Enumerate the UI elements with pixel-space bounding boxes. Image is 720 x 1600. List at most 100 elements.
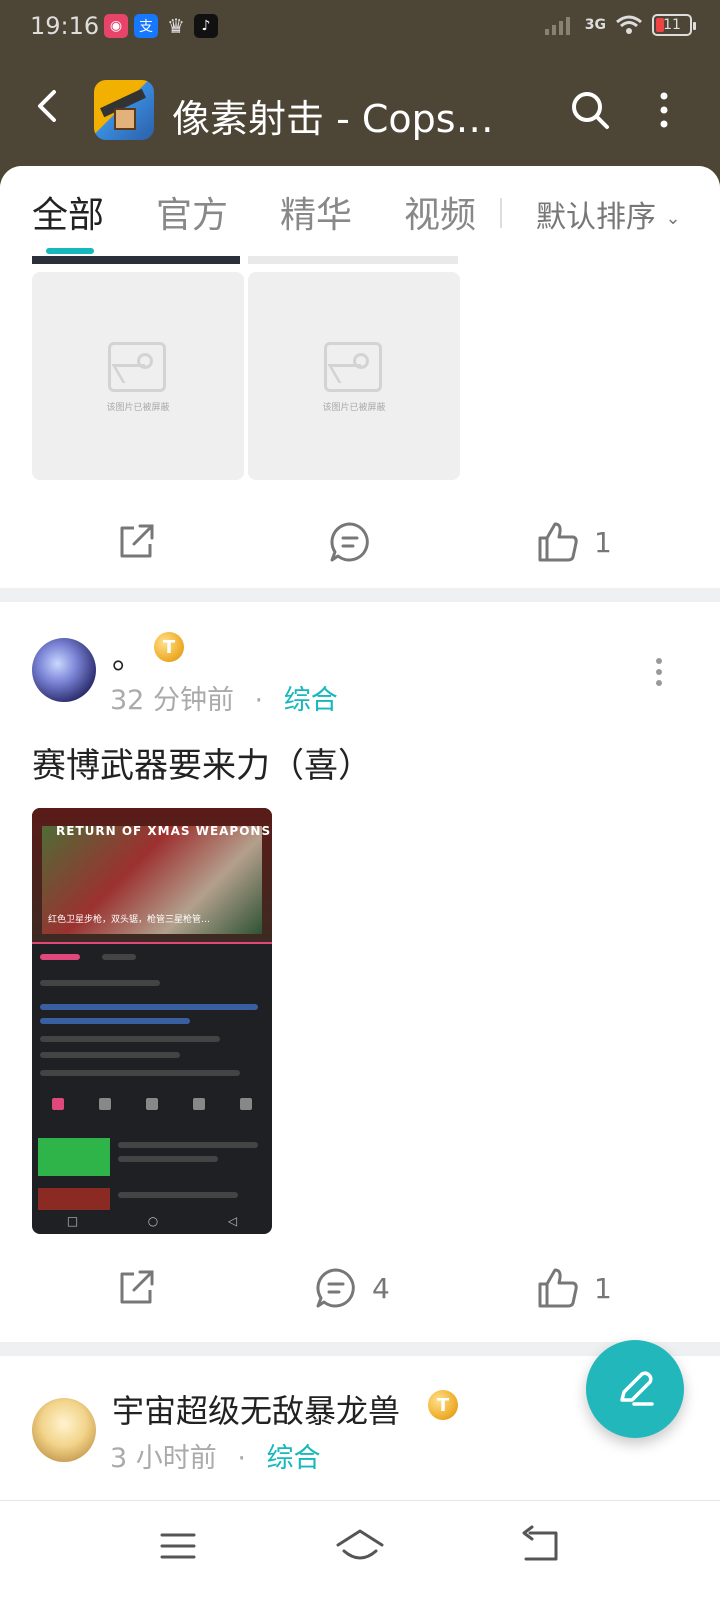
header: 像素射击 - Cops… [0, 56, 720, 166]
compose-button[interactable] [586, 1340, 684, 1438]
app-icon: ◉ [104, 14, 128, 38]
share-button[interactable] [114, 1258, 158, 1318]
comment-button[interactable]: 4 [314, 1258, 390, 1318]
thumbs-up-icon [538, 1268, 578, 1308]
top-bar: 19:16 ◉ 支 ♛ ♪ 3G 11 像素射击 - Cops… [0, 0, 720, 190]
crown-icon: ♛ [167, 14, 185, 38]
text-line [40, 954, 80, 960]
battery-level: 11 [663, 17, 681, 33]
status-right: 3G 11 [544, 14, 696, 36]
comment-icon [330, 522, 369, 562]
pen-icon [620, 1371, 654, 1406]
post-meta: 3 小时前 · 综合 [110, 1436, 321, 1475]
system-nav-bar [0, 1500, 720, 1600]
app-logo[interactable] [94, 80, 154, 140]
video-frame: RETURN OF XMAS WEAPONS 红色卫星步枪，双头锯，枪管三星枪管… [32, 808, 272, 942]
avatar[interactable] [32, 1398, 96, 1462]
text-line [40, 1004, 258, 1010]
image-placeholder-icon [324, 342, 382, 392]
screenshot-nav: □ ○ ◁ [66, 1214, 238, 1228]
level-badge: T [154, 632, 184, 662]
like-button[interactable]: 1 [536, 1258, 612, 1318]
home-icon[interactable] [330, 1521, 390, 1571]
post-body[interactable]: 赛博武器要来力（喜） [32, 738, 372, 787]
tab-official[interactable]: 官方 [156, 186, 228, 238]
back-arrow-icon[interactable] [28, 86, 68, 126]
post-card[interactable]: 该图片已被屏蔽 该图片已被屏蔽 1 [0, 256, 720, 588]
username[interactable]: 宇宙超级无敌暴龙兽 [112, 1386, 400, 1432]
meta-separator: · [254, 685, 264, 716]
share-button[interactable] [114, 512, 158, 572]
wifi-icon [616, 15, 642, 34]
text-line [102, 954, 136, 960]
status-bar: 19:16 ◉ 支 ♛ ♪ 3G 11 [0, 0, 720, 56]
signal-icon [544, 17, 570, 35]
share-icon [120, 1270, 154, 1304]
post-menu-icon[interactable] [654, 658, 664, 688]
post-category[interactable]: 综合 [267, 1443, 321, 1474]
content-sheet: 全部 官方 精华 视频 默认排序 ⌄ 该图片已被屏蔽 该图片已被屏蔽 1 。 T… [0, 166, 720, 1516]
progress-line [32, 942, 272, 944]
tab-indicator [46, 248, 94, 254]
tab-all[interactable]: 全部 [32, 186, 104, 238]
post-actions: 4 1 [0, 1258, 720, 1318]
battery-icon: 11 [652, 14, 696, 36]
video-action-row [52, 1098, 252, 1110]
video-title: RETURN OF XMAS WEAPONS [56, 824, 272, 838]
page-title: 像素射击 - Cops… [172, 97, 494, 141]
post-image[interactable]: RETURN OF XMAS WEAPONS 红色卫星步枪，双头锯，枪管三星枪管… [32, 808, 272, 1234]
username[interactable]: 。 [112, 632, 144, 678]
video-thumbnail [38, 1138, 110, 1176]
post-time: 3 小时前 [110, 1443, 217, 1474]
like-button[interactable]: 1 [536, 512, 612, 572]
comment-icon [316, 1268, 355, 1308]
divider [0, 588, 720, 602]
sort-label: 默认排序 [536, 200, 656, 235]
back-nav-icon[interactable] [510, 1521, 570, 1571]
text-line [40, 1070, 240, 1076]
image-strip [248, 256, 458, 264]
blocked-caption: 该图片已被屏蔽 [322, 403, 386, 413]
menu-icon[interactable] [148, 1521, 208, 1571]
logo-face [114, 108, 136, 130]
blocked-caption: 该图片已被屏蔽 [106, 403, 170, 413]
video-subtitle: 红色卫星步枪，双头锯，枪管三星枪管… [48, 915, 211, 925]
tab-bar: 全部 官方 精华 视频 默认排序 ⌄ [0, 166, 720, 256]
level-badge: T [428, 1390, 458, 1420]
image-placeholder-icon [108, 342, 166, 392]
like-count: 1 [594, 525, 612, 559]
chevron-down-icon: ⌄ [665, 208, 681, 229]
text-line [40, 980, 160, 986]
alipay-icon: 支 [134, 14, 158, 38]
network-type: 3G [584, 17, 606, 33]
thumbs-up-icon [538, 522, 578, 562]
text-line [40, 1018, 190, 1024]
avatar[interactable] [32, 638, 96, 702]
tab-featured[interactable]: 精华 [280, 186, 352, 238]
text-line [118, 1156, 218, 1162]
post-category[interactable]: 综合 [284, 685, 338, 716]
share-icon [120, 524, 154, 558]
comment-count: 4 [372, 1271, 390, 1305]
search-icon[interactable] [568, 88, 612, 132]
tab-video[interactable]: 视频 [404, 186, 476, 238]
image-strip [32, 256, 240, 264]
post-card[interactable]: 。 T 32 分钟前 · 综合 赛博武器要来力（喜） RETURN OF XMA… [0, 602, 720, 1342]
text-line [118, 1192, 238, 1198]
tab-divider [500, 198, 502, 228]
tiktok-icon: ♪ [194, 14, 218, 38]
text-line [40, 1052, 180, 1058]
blocked-image[interactable]: 该图片已被屏蔽 [32, 272, 244, 480]
post-actions: 1 [0, 512, 720, 572]
like-count: 1 [594, 1271, 612, 1305]
blocked-image[interactable]: 该图片已被屏蔽 [248, 272, 460, 480]
more-vertical-icon[interactable] [642, 88, 686, 132]
sort-dropdown[interactable]: 默认排序 ⌄ [536, 192, 681, 236]
text-line [118, 1142, 258, 1148]
post-meta: 32 分钟前 · 综合 [110, 678, 338, 717]
comment-button[interactable] [328, 512, 372, 572]
video-thumbnail [38, 1188, 110, 1210]
text-line [40, 1036, 220, 1042]
post-time: 32 分钟前 [110, 685, 234, 716]
meta-separator: · [237, 1443, 246, 1474]
